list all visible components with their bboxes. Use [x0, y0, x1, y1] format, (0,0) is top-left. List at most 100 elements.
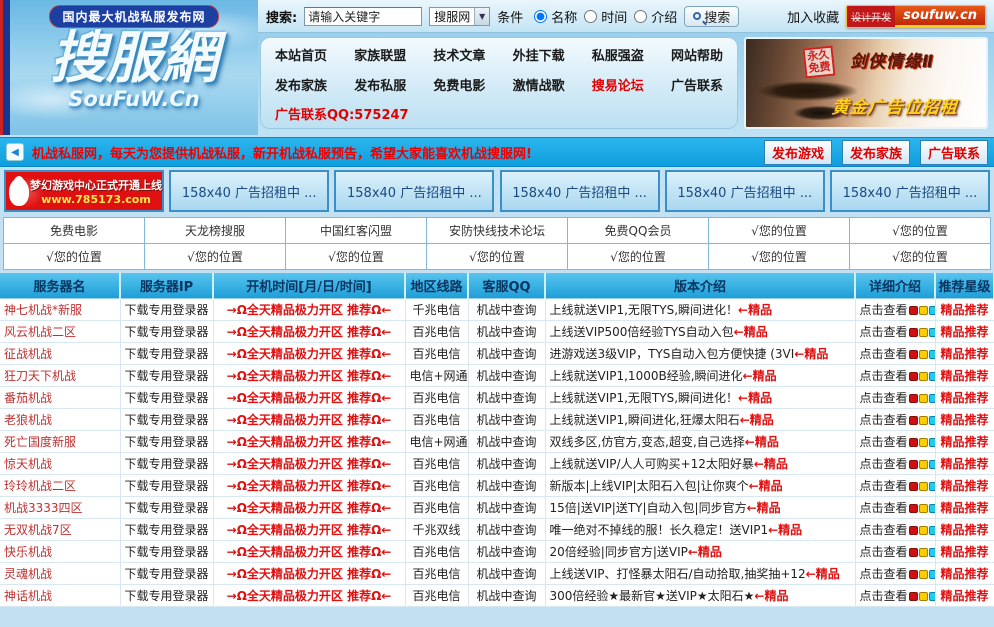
nav-tech-articles[interactable]: 技术文章	[433, 45, 485, 64]
service-qq-link[interactable]: 机战中查询	[468, 452, 545, 474]
search-button[interactable]: 搜索	[684, 6, 739, 27]
red-ad-banner[interactable]: 梦幻游戏中心正式开通上线 www.785173.com	[4, 170, 164, 212]
ad-placeholder-banner[interactable]: 158x40 广告招租中 ...	[334, 170, 494, 212]
link-cell[interactable]: √您的位置	[4, 244, 145, 270]
server-ip-link[interactable]: 下载专用登录器	[120, 562, 213, 584]
detail-link[interactable]: 点击查看	[855, 298, 935, 320]
service-qq-link[interactable]: 机战中查询	[468, 584, 545, 606]
server-ip-link[interactable]: 下载专用登录器	[120, 386, 213, 408]
server-name-link[interactable]: 机战3333四区	[0, 496, 120, 518]
radio-intro[interactable]	[634, 10, 647, 23]
detail-link[interactable]: 点击查看	[855, 540, 935, 562]
ad-placeholder-banner[interactable]: 158x40 广告招租中 ...	[169, 170, 329, 212]
detail-link[interactable]: 点击查看	[855, 474, 935, 496]
service-qq-link[interactable]: 机战中查询	[468, 298, 545, 320]
server-ip-link[interactable]: 下载专用登录器	[120, 496, 213, 518]
nav-battle-songs[interactable]: 激情战歌	[513, 75, 565, 94]
dev-badge[interactable]: 设计开发 soufuw.cn	[846, 5, 986, 28]
detail-link[interactable]: 点击查看	[855, 562, 935, 584]
server-name-link[interactable]: 征战机战	[0, 342, 120, 364]
nav-publish-family[interactable]: 发布家族	[275, 75, 327, 94]
detail-link[interactable]: 点击查看	[855, 496, 935, 518]
service-qq-link[interactable]: 机战中查询	[468, 342, 545, 364]
server-name-link[interactable]: 死亡国度新服	[0, 430, 120, 452]
link-cell[interactable]: √您的位置	[709, 244, 850, 270]
detail-link[interactable]: 点击查看	[855, 342, 935, 364]
service-qq-link[interactable]: 机战中查询	[468, 364, 545, 386]
server-ip-link[interactable]: 下载专用登录器	[120, 298, 213, 320]
link-cell[interactable]: √您的位置	[145, 244, 286, 270]
detail-link[interactable]: 点击查看	[855, 386, 935, 408]
link-cell[interactable]: 免费电影	[4, 218, 145, 244]
server-name-link[interactable]: 灵魂机战	[0, 562, 120, 584]
link-cell[interactable]: 中国红客闪盟	[286, 218, 427, 244]
nav-site-help[interactable]: 网站帮助	[671, 45, 723, 64]
link-cell[interactable]: √您的位置	[850, 218, 991, 244]
nav-home[interactable]: 本站首页	[275, 45, 327, 64]
speaker-icon[interactable]: ◀	[6, 143, 24, 161]
service-qq-link[interactable]: 机战中查询	[468, 496, 545, 518]
ad-contact-button[interactable]: 广告联系	[920, 140, 988, 165]
link-cell[interactable]: 安防快线技术论坛	[427, 218, 568, 244]
server-ip-link[interactable]: 下载专用登录器	[120, 540, 213, 562]
link-cell[interactable]: √您的位置	[709, 218, 850, 244]
nav-publish-sifu[interactable]: 发布私服	[354, 75, 406, 94]
server-name-link[interactable]: 惊天机战	[0, 452, 120, 474]
ad-placeholder-banner[interactable]: 158x40 广告招租中 ...	[665, 170, 825, 212]
detail-link[interactable]: 点击查看	[855, 430, 935, 452]
server-name-link[interactable]: 狂刀天下机战	[0, 364, 120, 386]
service-qq-link[interactable]: 机战中查询	[468, 408, 545, 430]
publish-game-button[interactable]: 发布游戏	[764, 140, 832, 165]
add-favorites-link[interactable]: 加入收藏	[787, 7, 839, 26]
search-scope-select[interactable]: 搜服网 ▼	[429, 7, 490, 26]
radio-name[interactable]	[534, 10, 547, 23]
search-input[interactable]	[304, 7, 422, 26]
link-cell[interactable]: √您的位置	[286, 244, 427, 270]
nav-plugin-download[interactable]: 外挂下载	[513, 45, 565, 64]
link-cell[interactable]: √您的位置	[427, 244, 568, 270]
link-cell[interactable]: 免费QQ会员	[568, 218, 709, 244]
server-ip-link[interactable]: 下载专用登录器	[120, 518, 213, 540]
detail-link[interactable]: 点击查看	[855, 518, 935, 540]
publish-family-button[interactable]: 发布家族	[842, 140, 910, 165]
ad-placeholder-banner[interactable]: 158x40 广告招租中 ...	[500, 170, 660, 212]
service-qq-link[interactable]: 机战中查询	[468, 562, 545, 584]
server-name-link[interactable]: 无双机战7区	[0, 518, 120, 540]
server-ip-link[interactable]: 下载专用登录器	[120, 364, 213, 386]
server-ip-link[interactable]: 下载专用登录器	[120, 430, 213, 452]
server-name-link[interactable]: 快乐机战	[0, 540, 120, 562]
nav-ad-contact[interactable]: 广告联系	[671, 75, 723, 94]
nav-forum[interactable]: 搜易论坛	[592, 75, 644, 94]
server-ip-link[interactable]: 下载专用登录器	[120, 452, 213, 474]
server-name-link[interactable]: 番茄机战	[0, 386, 120, 408]
server-ip-link[interactable]: 下载专用登录器	[120, 408, 213, 430]
radio-time[interactable]	[584, 10, 597, 23]
ad-placeholder-banner[interactable]: 158x40 广告招租中 ...	[830, 170, 990, 212]
server-ip-link[interactable]: 下载专用登录器	[120, 474, 213, 496]
server-ip-link[interactable]: 下载专用登录器	[120, 320, 213, 342]
detail-link[interactable]: 点击查看	[855, 584, 935, 606]
service-qq-link[interactable]: 机战中查询	[468, 474, 545, 496]
service-qq-link[interactable]: 机战中查询	[468, 430, 545, 452]
link-cell[interactable]: √您的位置	[568, 244, 709, 270]
server-name-link[interactable]: 老狼机战	[0, 408, 120, 430]
nav-sifu-bandit[interactable]: 私服强盗	[592, 45, 644, 64]
nav-family-alliance[interactable]: 家族联盟	[354, 45, 406, 64]
service-qq-link[interactable]: 机战中查询	[468, 320, 545, 342]
chevron-down-icon[interactable]: ▼	[474, 8, 489, 25]
detail-link[interactable]: 点击查看	[855, 320, 935, 342]
server-name-link[interactable]: 玲玲机战二区	[0, 474, 120, 496]
detail-link[interactable]: 点击查看	[855, 452, 935, 474]
detail-link[interactable]: 点击查看	[855, 408, 935, 430]
link-cell[interactable]: 天龙榜搜服	[145, 218, 286, 244]
header-ad-banner[interactable]: 永久免费 剑侠情缘Ⅱ 黄金广告位招租	[744, 37, 988, 129]
server-name-link[interactable]: 神七机战*新服	[0, 298, 120, 320]
service-qq-link[interactable]: 机战中查询	[468, 386, 545, 408]
server-name-link[interactable]: 风云机战二区	[0, 320, 120, 342]
server-name-link[interactable]: 神话机战	[0, 584, 120, 606]
nav-free-movies[interactable]: 免费电影	[433, 75, 485, 94]
detail-link[interactable]: 点击查看	[855, 364, 935, 386]
server-ip-link[interactable]: 下载专用登录器	[120, 342, 213, 364]
service-qq-link[interactable]: 机战中查询	[468, 540, 545, 562]
server-ip-link[interactable]: 下载专用登录器	[120, 584, 213, 606]
